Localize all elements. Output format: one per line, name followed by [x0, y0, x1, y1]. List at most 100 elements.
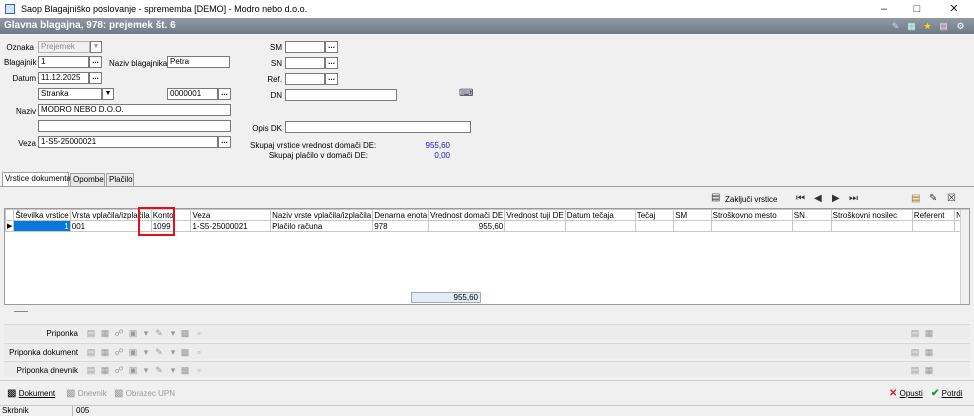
column-header[interactable]: Tečaj — [634, 209, 675, 221]
sn-browse-button[interactable]: ... — [325, 57, 338, 69]
edit-icon[interactable]: ✎ — [154, 365, 164, 375]
sn-field[interactable] — [285, 57, 325, 69]
view-icon[interactable]: ▤ — [910, 365, 920, 375]
zakljuci-vrstice-button[interactable]: Zaključi vrstice — [725, 195, 777, 204]
export-icon[interactable]: ▦ — [924, 347, 934, 357]
table-cell[interactable] — [673, 220, 712, 232]
column-header[interactable]: Vrednost tuji DE — [504, 209, 566, 221]
add-icon[interactable]: ▣ — [128, 328, 138, 338]
column-header[interactable]: Številka vrstice — [13, 209, 71, 221]
star-icon[interactable]: ★ — [922, 21, 933, 32]
tab-placilo[interactable]: Plačilo — [106, 173, 134, 186]
veza-field[interactable]: 1-S5-25000021 — [38, 136, 218, 148]
oznaka-field[interactable]: Prejemek — [38, 41, 90, 53]
export-icon[interactable]: ▦ — [924, 365, 934, 375]
close-icon[interactable]: ✕ — [942, 2, 966, 16]
column-header[interactable]: SN — [791, 209, 832, 221]
blagajnik-browse-button[interactable]: ... — [89, 56, 102, 68]
table-cell[interactable]: 1 — [13, 220, 71, 232]
datum-field[interactable]: 11.12.2025 — [38, 72, 89, 84]
stranka-select[interactable]: Stranka — [38, 88, 102, 100]
stranka-browse-button[interactable]: ... — [218, 88, 231, 100]
naziv-blagajnika-field[interactable]: Petra — [167, 56, 230, 68]
previous-record-icon[interactable]: ◀ — [814, 193, 822, 204]
potrdi-button[interactable]: ✔ Potrdi — [931, 387, 963, 401]
add-icon[interactable]: ▣ — [128, 365, 138, 375]
naziv2-field[interactable] — [38, 120, 231, 132]
opis-dk-field[interactable] — [285, 121, 471, 133]
oznaka-dropdown-icon[interactable]: ▼ — [90, 41, 102, 53]
first-record-icon[interactable]: ⏮ — [796, 193, 805, 204]
sm-field[interactable] — [285, 41, 325, 53]
column-header[interactable]: SM — [673, 209, 712, 221]
stranka-dropdown-icon[interactable]: ▼ — [102, 88, 114, 100]
column-header[interactable]: Stroškovno mesto — [710, 209, 793, 221]
naziv-field[interactable]: MODRO NEBO D.O.O. — [38, 104, 231, 116]
datum-browse-button[interactable]: ... — [89, 72, 102, 84]
delete-icon[interactable]: ▫ — [194, 328, 204, 338]
link-icon[interactable]: ☍ — [114, 347, 124, 357]
delete-row-icon[interactable]: ☒ — [947, 193, 956, 204]
column-header[interactable]: Datum tečaja — [564, 209, 636, 221]
edit-icon[interactable]: ✎ — [154, 347, 164, 357]
table-cell[interactable] — [830, 220, 913, 232]
table-cell[interactable]: Plačilo računa — [270, 220, 374, 232]
new-document-icon[interactable]: ▤ — [86, 365, 96, 375]
link-icon[interactable]: ☍ — [114, 328, 124, 338]
dn-field[interactable] — [285, 89, 397, 101]
delete-icon[interactable]: ▫ — [194, 365, 204, 375]
delete-icon[interactable]: ▫ — [194, 347, 204, 357]
table-cell[interactable] — [911, 220, 956, 232]
table-cell[interactable] — [710, 220, 793, 232]
sm-browse-button[interactable]: ... — [325, 41, 338, 53]
table-cell[interactable]: 1-S5-25000021 — [190, 220, 272, 232]
column-header[interactable]: Veza — [190, 209, 272, 221]
edit-icon[interactable]: ✎ — [154, 328, 164, 338]
maximize-icon[interactable]: □ — [905, 2, 929, 16]
dokument-button[interactable]: ▩ Dokument — [7, 387, 55, 401]
next-record-icon[interactable]: ▶ — [832, 193, 840, 204]
chevron-down-icon[interactable]: ▾ — [168, 347, 178, 357]
ref-browse-button[interactable]: ... — [325, 73, 338, 85]
dnevnik-button[interactable]: ▩ Dnevnik — [66, 387, 107, 401]
view-icon[interactable]: ▤ — [910, 347, 920, 357]
vertical-scrollbar[interactable] — [960, 210, 969, 304]
table-cell[interactable] — [564, 220, 636, 232]
new-document-icon[interactable]: ▤ — [86, 328, 96, 338]
table-icon[interactable]: ▦ — [906, 21, 917, 32]
print-icon[interactable]: ▩ — [180, 347, 190, 357]
export-icon[interactable]: ▦ — [924, 328, 934, 338]
book-icon[interactable]: ⌨ — [459, 89, 473, 99]
veza-browse-button[interactable]: ... — [218, 136, 231, 148]
table-cell[interactable] — [791, 220, 832, 232]
link-icon[interactable]: ☍ — [114, 365, 124, 375]
copy-icon[interactable]: ▦ — [100, 365, 110, 375]
table-cell[interactable] — [634, 220, 675, 232]
edit-icon[interactable]: ✎ — [890, 21, 901, 32]
stranka-code-field[interactable]: 0000001 — [167, 88, 218, 100]
copy-icon[interactable]: ▦ — [100, 328, 110, 338]
column-header[interactable]: Naziv vrste vplačila/izplačila — [270, 209, 374, 221]
settings-icon[interactable]: ⚙ — [955, 21, 966, 32]
chevron-down-icon[interactable]: ▾ — [141, 365, 151, 375]
table-cell[interactable]: 978 — [372, 220, 430, 232]
copy-icon[interactable]: ▦ — [100, 347, 110, 357]
last-record-icon[interactable]: ⏭ — [849, 193, 858, 204]
opusti-button[interactable]: ✕ Opusti — [889, 387, 923, 401]
table-cell[interactable]: 955,60 — [428, 220, 506, 232]
obrazec-upn-button[interactable]: ▩ Obrazec UPN — [114, 387, 175, 401]
view-icon[interactable]: ▤ — [910, 328, 920, 338]
new-document-icon[interactable]: ▤ — [86, 347, 96, 357]
column-header[interactable]: Vrednost domači DE — [428, 209, 506, 221]
add-icon[interactable]: ▣ — [128, 347, 138, 357]
edit-row-icon[interactable]: ✎ — [929, 193, 937, 204]
column-header[interactable]: Referent — [911, 209, 956, 221]
print-icon[interactable]: ▩ — [180, 328, 190, 338]
column-header[interactable]: Stroškovni nosilec — [830, 209, 913, 221]
blagajnik-field[interactable]: 1 — [38, 56, 89, 68]
new-row-icon[interactable]: ▤ — [911, 193, 920, 204]
column-header[interactable]: Denarna enota — [372, 209, 430, 221]
tab-opombe[interactable]: Opombe — [70, 173, 105, 186]
print-icon[interactable]: ▩ — [180, 365, 190, 375]
chevron-down-icon[interactable]: ▾ — [141, 347, 151, 357]
